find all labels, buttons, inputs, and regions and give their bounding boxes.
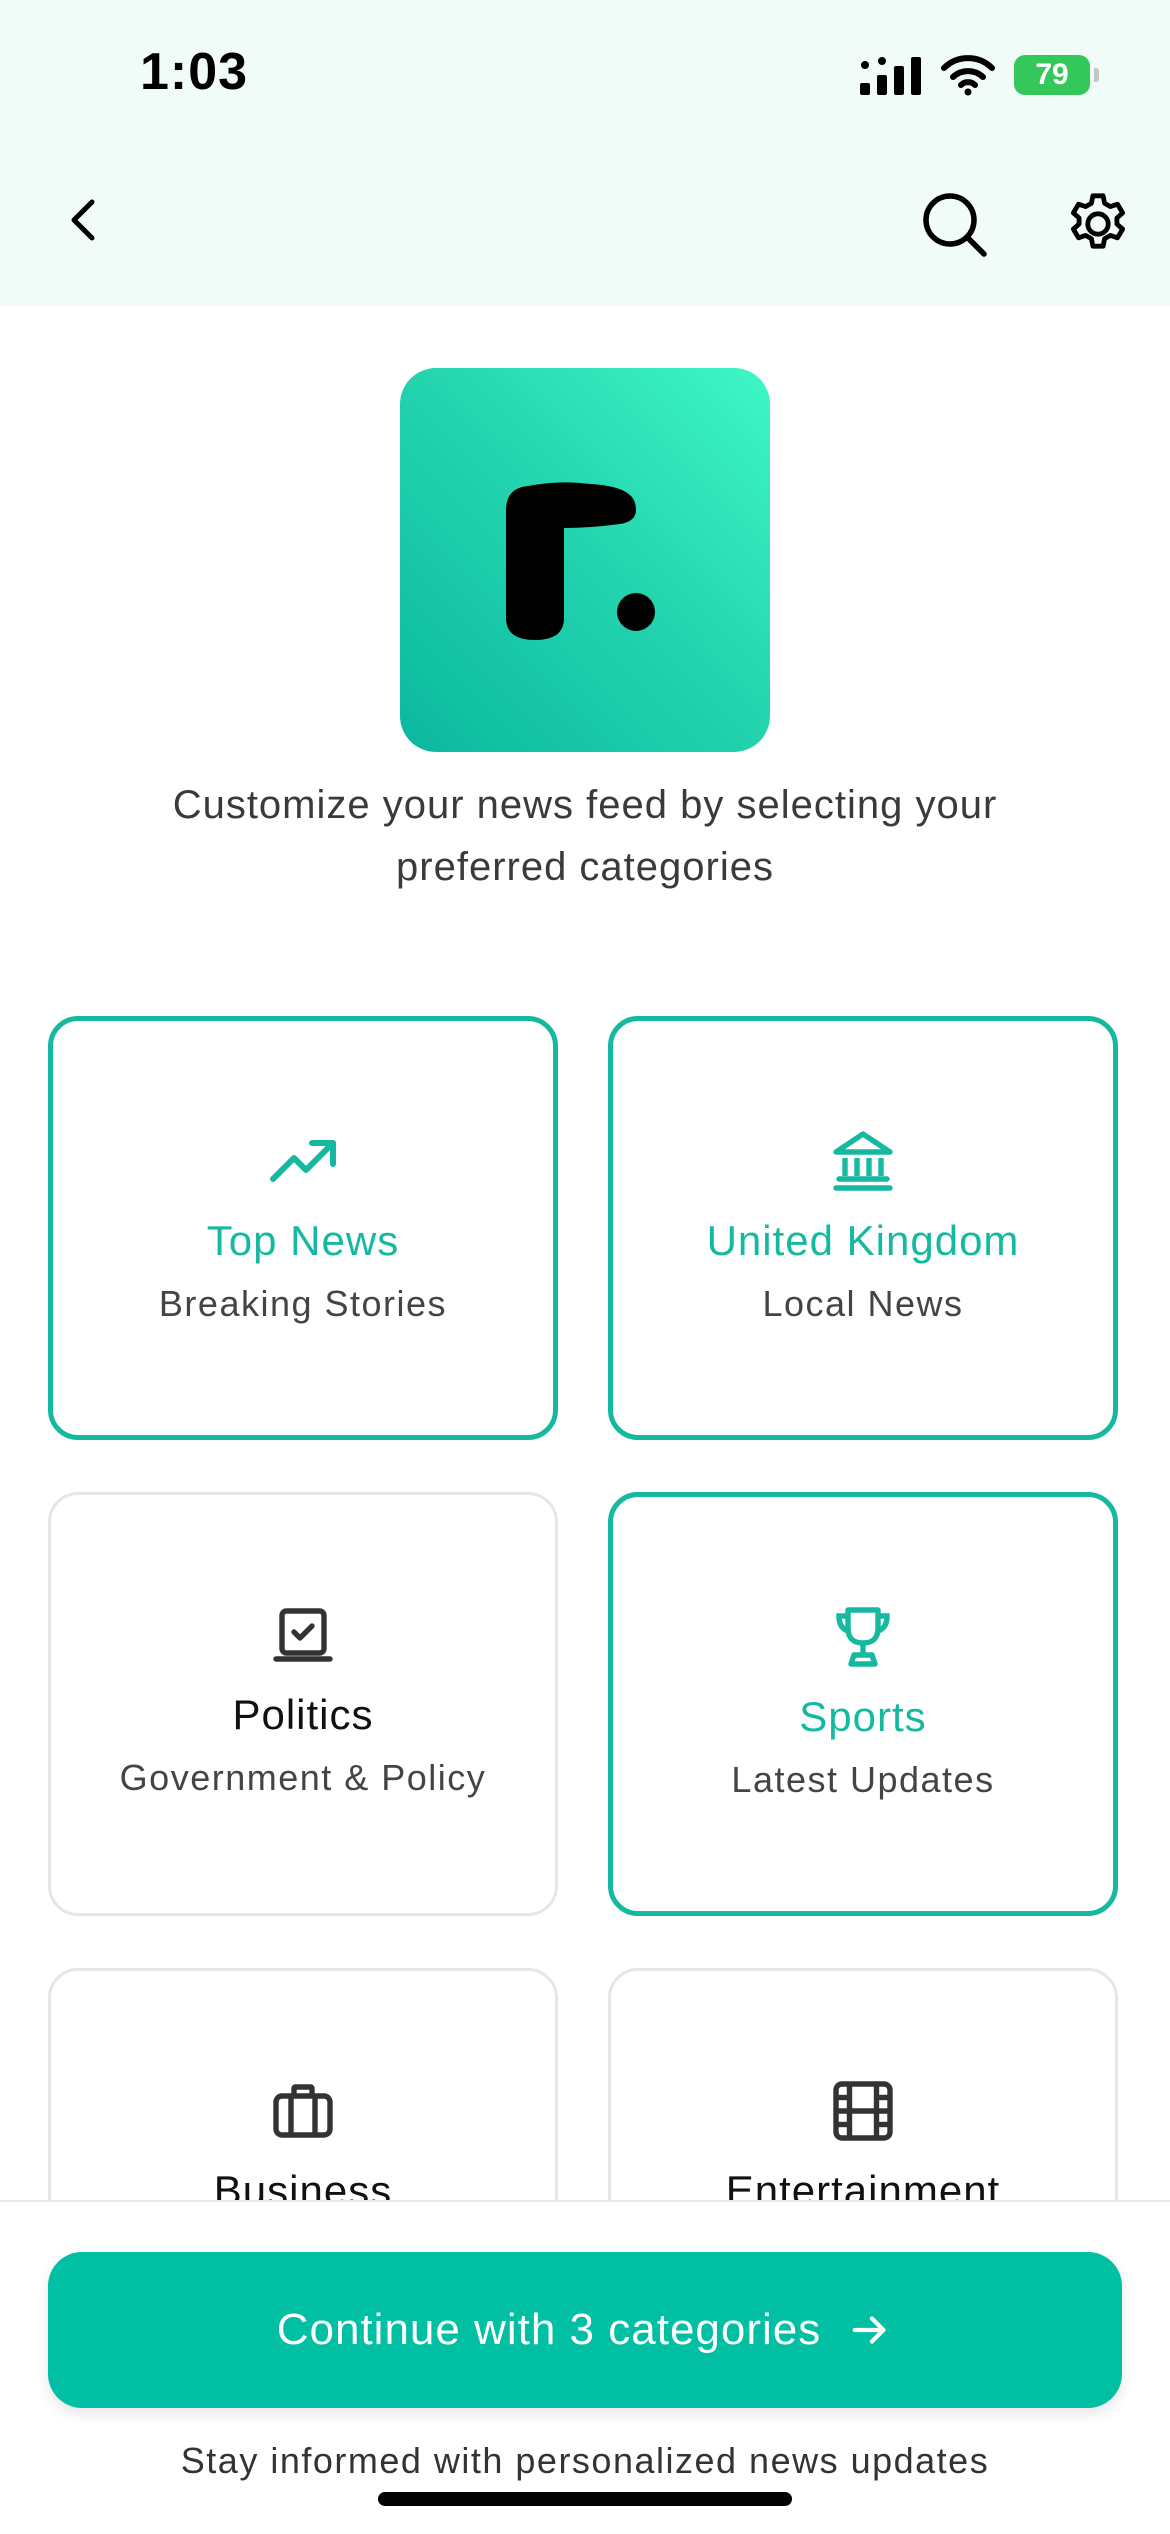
r-logo-icon	[506, 482, 655, 640]
trending-up-icon	[270, 1140, 336, 1182]
bank-building-icon	[833, 1131, 893, 1191]
film-icon	[833, 2081, 893, 2141]
category-title: Politics	[232, 1691, 374, 1738]
category-card-politics[interactable]: Politics Government & Policy	[48, 1492, 558, 1916]
trophy-icon	[836, 1607, 890, 1667]
arrow-right-icon	[852, 2316, 886, 2344]
ballot-box-icon	[273, 1608, 333, 1662]
cellular-signal-icon	[860, 57, 921, 95]
wifi-icon	[941, 55, 995, 96]
category-subtitle: Government & Policy	[119, 1757, 487, 1798]
status-icons: 79	[860, 54, 1099, 96]
search-icon[interactable]	[918, 188, 990, 260]
briefcase-icon	[273, 2084, 333, 2138]
category-subtitle: Local News	[762, 1283, 964, 1324]
category-title: Top News	[206, 1217, 400, 1264]
category-card-united-kingdom[interactable]: United Kingdom Local News	[608, 1016, 1118, 1440]
category-title: United Kingdom	[706, 1217, 1020, 1264]
back-button[interactable]	[58, 192, 114, 248]
category-card-top-news[interactable]: Top News Breaking Stories	[48, 1016, 558, 1440]
intro-text: Customize your news feed by selecting yo…	[172, 783, 998, 889]
settings-gear-icon[interactable]	[1062, 188, 1134, 260]
footer-note: Stay informed with personalized news upd…	[180, 2440, 990, 2481]
category-subtitle: Latest Updates	[731, 1759, 995, 1800]
continue-button-label: Continue with 3 categories	[276, 2305, 822, 2354]
header: 1:03 79	[0, 0, 1170, 306]
category-title: Sports	[799, 1693, 927, 1740]
category-subtitle: Breaking Stories	[158, 1283, 448, 1324]
status-time: 1:03	[140, 43, 249, 101]
category-card-sports[interactable]: Sports Latest Updates	[608, 1492, 1118, 1916]
app-logo	[400, 368, 770, 752]
bottom-action-bar: Continue with 3 categories Stay informed…	[0, 2200, 1170, 2534]
home-indicator	[378, 2492, 792, 2506]
battery-indicator: 79	[1014, 55, 1099, 95]
battery-level: 79	[1035, 58, 1069, 91]
continue-button[interactable]: Continue with 3 categories	[48, 2252, 1122, 2408]
